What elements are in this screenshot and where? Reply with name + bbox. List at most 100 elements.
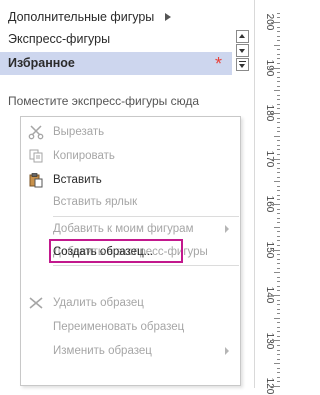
menu-item-copy[interactable]: Копировать [21, 145, 240, 167]
ruler-tick [277, 199, 280, 200]
ruler-tick [274, 45, 280, 46]
ruler-tick [271, 204, 280, 205]
ruler-tick [277, 58, 280, 59]
menu-item-delete-master[interactable]: Удалить образец [21, 292, 240, 314]
menu-item-edit-master[interactable]: Изменить образец [21, 340, 240, 362]
arrow-down-icon [239, 49, 245, 53]
ruler-tick [277, 49, 280, 50]
ruler-tick [271, 340, 280, 341]
favorites-label: Избранное [8, 56, 75, 70]
ruler-tick [277, 309, 280, 310]
ruler-tick [277, 195, 280, 196]
ruler-tick [277, 281, 280, 282]
vertical-ruler: 200 190 180 170 160 150 140 130 120 [254, 0, 280, 394]
menu-item-paste[interactable]: Вставить [21, 169, 240, 191]
submenu-arrow-icon [165, 13, 171, 21]
ruler-tick [277, 81, 280, 82]
ruler-tick [277, 99, 280, 100]
ruler-tick [277, 172, 280, 173]
ruler-tick [271, 113, 280, 114]
menu-separator [53, 265, 239, 266]
ruler-tick [277, 240, 280, 241]
menu-item-label: Создать образец... [53, 246, 154, 258]
ruler-tick [277, 345, 280, 346]
menu-item-label: Добавить к моим фигурам [53, 223, 194, 235]
ruler-tick [277, 186, 280, 187]
menu-separator [53, 216, 239, 217]
ruler-tick [277, 290, 280, 291]
copy-icon [29, 149, 43, 163]
menu-item-rename-master[interactable]: Переименовать образец [21, 316, 240, 338]
ruler-tick [277, 13, 280, 14]
scroll-down-button[interactable] [236, 44, 249, 57]
ruler-tick [277, 336, 280, 337]
ruler-tick [277, 118, 280, 119]
quick-shapes-item[interactable]: Экспресс-фигуры [0, 28, 232, 51]
more-shapes-label: Дополнительные фигуры [8, 10, 155, 24]
ruler-tick [277, 377, 280, 378]
ruler-tick [277, 168, 280, 169]
ruler-tick [277, 209, 280, 210]
ruler-tick [277, 327, 280, 328]
ruler-tick [271, 68, 280, 69]
submenu-arrow-icon [225, 347, 229, 355]
ruler-tick [277, 259, 280, 260]
ruler-tick [277, 268, 280, 269]
ruler-tick [277, 149, 280, 150]
ruler-tick [277, 154, 280, 155]
drop-hint: Поместите экспресс-фигуры сюда [8, 94, 200, 108]
ruler-tick [277, 145, 280, 146]
menu-item-label: Изменить образец [53, 345, 152, 357]
delete-x-icon [29, 297, 43, 309]
more-button[interactable] [236, 58, 249, 71]
ruler-tick [277, 236, 280, 237]
ruler-tick [277, 231, 280, 232]
ruler-tick [274, 272, 280, 273]
more-shapes-item[interactable]: Дополнительные фигуры [0, 6, 232, 29]
ruler-tick [277, 222, 280, 223]
ruler-tick [277, 108, 280, 109]
ruler-tick [277, 72, 280, 73]
menu-item-label: Переименовать образец [53, 321, 185, 333]
ruler-tick [277, 104, 280, 105]
ruler-tick [277, 140, 280, 141]
ruler-tick [277, 54, 280, 55]
create-master-row[interactable]: Создать образец... [21, 241, 240, 263]
ruler-tick [277, 368, 280, 369]
menu-item-cut[interactable]: Вырезать [21, 121, 240, 143]
ruler-tick [277, 354, 280, 355]
ruler-tick [274, 227, 280, 228]
submenu-arrow-icon [225, 225, 229, 233]
ruler-tick [277, 286, 280, 287]
menu-item-paste-shortcut[interactable]: Вставить ярлык [21, 191, 240, 213]
menu-item-add-to-my-shapes[interactable]: Добавить к моим фигурам [21, 218, 240, 240]
arrow-up-icon [239, 34, 245, 38]
menu-item-label: Удалить образец [53, 297, 144, 309]
paste-icon [29, 173, 43, 188]
scissors-icon [28, 125, 44, 140]
ruler-tick [277, 263, 280, 264]
favorites-item[interactable]: Избранное * [0, 52, 232, 75]
ruler-tick [274, 363, 280, 364]
ruler-tick [277, 277, 280, 278]
ruler-tick [277, 350, 280, 351]
ruler-tick [277, 27, 280, 28]
ruler-tick [277, 95, 280, 96]
ruler-tick [277, 17, 280, 18]
ruler-tick [277, 63, 280, 64]
ruler-tick [274, 136, 280, 137]
ruler-tick [277, 300, 280, 301]
ruler-tick [277, 163, 280, 164]
arrow-down-icon [239, 64, 245, 68]
ruler-tick [271, 386, 280, 387]
ruler-tick [277, 36, 280, 37]
scroll-up-button[interactable] [236, 30, 249, 43]
ruler-tick [274, 181, 280, 182]
ruler-tick [277, 372, 280, 373]
ruler-tick [277, 122, 280, 123]
ruler-tick [277, 313, 280, 314]
ruler-tick [274, 318, 280, 319]
ruler-tick [277, 331, 280, 332]
ruler-tick [277, 131, 280, 132]
favorites-asterisk-icon: * [215, 54, 223, 74]
